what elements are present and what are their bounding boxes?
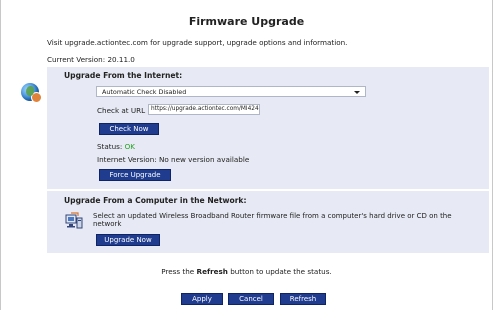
- globe-icon: [21, 83, 42, 103]
- current-version: Current Version: 20.11.0: [47, 55, 135, 64]
- internet-version-value: No new version available: [158, 155, 250, 164]
- note-refresh-word: Refresh: [196, 267, 228, 276]
- chevron-down-icon: [354, 91, 360, 94]
- force-upgrade-button[interactable]: Force Upgrade: [99, 169, 171, 181]
- network-section-title: Upgrade From a Computer in the Network:: [64, 196, 247, 205]
- cancel-button[interactable]: Cancel: [228, 293, 274, 305]
- current-version-label: Current Version:: [47, 55, 106, 64]
- note-prefix: Press the: [161, 267, 195, 276]
- page-title: Firmware Upgrade: [188, 15, 305, 28]
- note-suffix: button to update the status.: [230, 267, 332, 276]
- status-value: OK: [124, 142, 135, 151]
- check-mode-value: Automatic Check Disabled: [102, 88, 187, 96]
- check-mode-select[interactable]: Automatic Check Disabled: [96, 86, 366, 97]
- internet-section-title: Upgrade From the Internet:: [64, 71, 183, 80]
- upgrade-now-button[interactable]: Upgrade Now: [96, 234, 160, 246]
- network-description: Select an updated Wireless Broadband Rou…: [93, 212, 452, 228]
- apply-button[interactable]: Apply: [181, 293, 223, 305]
- current-version-value: 20.11.0: [107, 55, 135, 64]
- check-url-input[interactable]: https://upgrade.actiontec.com/MI424: [148, 104, 260, 115]
- computer-icon: [65, 212, 83, 229]
- internet-version-label: Internet Version:: [97, 155, 157, 164]
- status-line: Status: OK: [97, 142, 135, 151]
- check-now-button[interactable]: Check Now: [99, 123, 159, 135]
- check-url-label: Check at URL: [97, 106, 146, 115]
- status-label: Status:: [97, 142, 123, 151]
- refresh-note: Press the Refresh button to update the s…: [0, 267, 493, 276]
- internet-version-line: Internet Version: No new version availab…: [97, 155, 249, 164]
- intro-text: Visit upgrade.actiontec.com for upgrade …: [47, 38, 348, 47]
- refresh-button[interactable]: Refresh: [280, 293, 326, 305]
